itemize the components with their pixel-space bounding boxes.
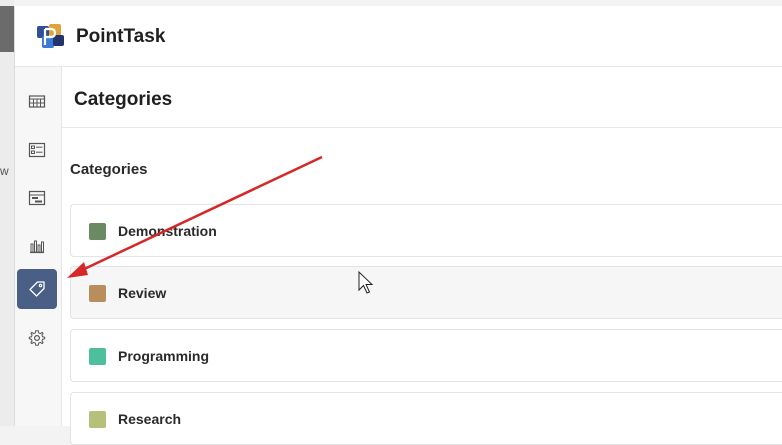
header-divider [62,127,782,128]
nav-board[interactable] [17,82,57,122]
gear-icon [28,330,46,346]
tag-icon [29,281,45,297]
nav-categories[interactable] [17,269,57,309]
app-window: PointTask Categories Categories Demonstr… [14,6,782,445]
category-label: Programming [118,348,210,364]
nav-list[interactable] [17,130,57,170]
background-window-bar [0,6,14,52]
pointtask-logo-icon [37,24,64,48]
main-content: Categories Categories Demonstration Revi… [62,67,782,445]
category-color-swatch [89,348,106,365]
nav-reports[interactable] [17,226,57,266]
list-icon [28,142,46,158]
category-color-swatch [89,285,106,302]
background-window-strip: w [0,0,14,426]
category-color-swatch [89,411,106,428]
app-header: PointTask [15,6,782,67]
category-item-programming[interactable]: Programming [70,329,782,382]
section-title: Categories [70,161,148,178]
timeline-icon [28,190,46,206]
category-color-swatch [89,223,106,240]
category-item-review[interactable]: Review [70,266,782,319]
app-title: PointTask [76,26,166,47]
nav-timeline[interactable] [17,178,57,218]
page-title: Categories [74,89,173,110]
category-item-research[interactable]: Research [70,392,782,445]
category-item-demonstration[interactable]: Demonstration [70,204,782,257]
category-label: Review [118,285,167,301]
nav-settings[interactable] [17,318,57,358]
category-label: Research [118,411,182,427]
nav-rail [15,67,62,426]
category-label: Demonstration [118,223,217,239]
chart-icon [30,240,44,254]
background-text-fragment: w [0,164,9,178]
board-icon [28,95,46,108]
